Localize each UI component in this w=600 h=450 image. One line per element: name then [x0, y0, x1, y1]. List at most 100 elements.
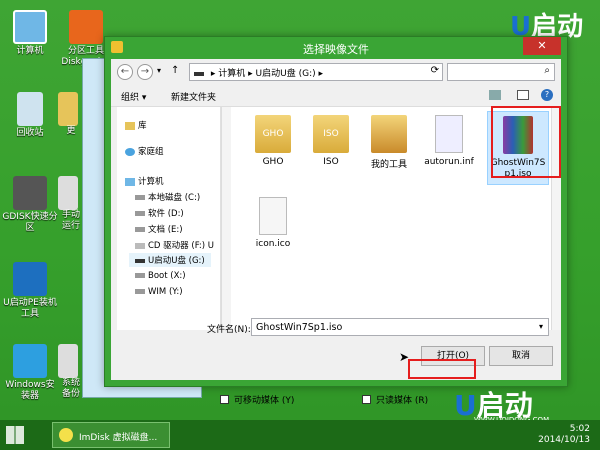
file-item-gho[interactable]: GHO GHO	[243, 115, 303, 167]
breadcrumb-sep: ▸	[318, 69, 324, 79]
nav-label: 本地磁盘 (C:)	[148, 193, 201, 203]
highlight-selected-file	[491, 106, 561, 178]
filename-input[interactable]: GhostWin7Sp1.iso	[251, 318, 549, 336]
desktop-icon-backup[interactable]: 系统备份	[58, 344, 84, 400]
desktop-icon-label: 手动运行	[61, 210, 80, 231]
desktop-icon-label: 计算机	[16, 46, 44, 56]
usb-drive-icon	[135, 258, 145, 263]
file-item-iso-folder[interactable]: ISO ISO	[301, 115, 361, 167]
organize-menu[interactable]: 组织 ▾	[121, 90, 146, 103]
dialog-titlebar[interactable]: 选择映像文件 ✕	[105, 37, 567, 59]
dialog-footer: 文件名(N): GhostWin7Sp1.iso ▾ 打开(O) 取消 ➤	[111, 310, 561, 380]
nav-item-drive-c[interactable]: 本地磁盘 (C:)	[135, 191, 200, 203]
clock-date: 2014/10/13	[538, 435, 590, 445]
file-item-tools[interactable]: 我的工具	[359, 115, 419, 170]
filename-label: 文件名(N):	[207, 325, 251, 335]
windows-installer-icon	[13, 344, 47, 378]
cd-icon	[59, 428, 73, 442]
folder-icon: GHO	[255, 115, 291, 153]
nav-item-homegroup[interactable]: 家庭组	[125, 145, 164, 157]
desktop-icon-label: 回收站	[16, 128, 44, 138]
nav-label: 文档 (E:)	[148, 225, 183, 235]
file-open-dialog: 选择映像文件 ✕ ← → ▾ ↑ ▸ 计算机 ▸ U启动U盘 (G:) ▸ ⟳ …	[104, 36, 568, 387]
task-label: ImDisk 虚拟磁盘...	[79, 433, 158, 443]
address-row: ← → ▾ ↑ ▸ 计算机 ▸ U启动U盘 (G:) ▸ ⟳ ⌕	[111, 59, 561, 85]
desktop-icon-gdisk[interactable]: GDISK快速分区	[2, 176, 58, 234]
drive-icon	[135, 273, 145, 278]
new-folder-button[interactable]: 新建文件夹	[171, 90, 216, 103]
gdisk-icon	[13, 176, 47, 210]
breadcrumb-udisk[interactable]: U启动U盘 (G:)	[256, 69, 316, 79]
preview-pane-icon[interactable]	[517, 90, 529, 100]
file-label: GHO	[262, 157, 284, 167]
desktop-icon-windows-installer[interactable]: Windows安装器	[2, 344, 58, 402]
windows-logo-icon	[6, 426, 24, 444]
nav-item-computer[interactable]: 计算机	[125, 175, 164, 187]
recycle-bin-icon	[17, 92, 43, 126]
homegroup-icon	[125, 147, 135, 156]
forward-arrow-icon[interactable]: →	[137, 64, 153, 80]
highlight-open-button	[408, 359, 476, 379]
desktop-icon-label: U启动PE装机工具	[3, 298, 57, 319]
removable-checkbox[interactable]	[220, 395, 229, 404]
system-clock[interactable]: 5:02 2014/10/13	[538, 424, 590, 446]
cancel-button[interactable]: 取消	[489, 346, 553, 366]
nav-scrollbar[interactable]	[221, 107, 231, 330]
drive-icon	[135, 227, 145, 232]
recent-dropdown-icon[interactable]: ▾	[157, 66, 161, 75]
file-label: ISO	[323, 157, 339, 167]
library-icon	[125, 121, 135, 130]
address-bar[interactable]: ▸ 计算机 ▸ U启动U盘 (G:) ▸	[189, 63, 443, 81]
breadcrumb-sep: ▸	[248, 69, 256, 79]
nav-item-drive-e[interactable]: 文档 (E:)	[135, 223, 183, 235]
nav-item-drive-y[interactable]: WIM (Y:)	[135, 287, 183, 297]
show-desktop-button[interactable]	[592, 420, 600, 450]
chevron-down-icon[interactable]: ▾	[539, 322, 543, 331]
search-input[interactable]: ⌕	[447, 63, 555, 81]
desktop-icon-label: 系统备份	[61, 378, 80, 399]
refresh-icon[interactable]: ⟳	[431, 65, 439, 76]
file-label: 我的工具	[370, 160, 407, 170]
search-icon: ⌕	[544, 65, 550, 76]
settings-file-icon	[435, 115, 463, 153]
nav-label: Boot (X:)	[148, 271, 186, 281]
help-icon[interactable]: ?	[541, 89, 553, 101]
removable-label: 可移动媒体 (Y)	[234, 396, 295, 406]
nav-item-drive-f[interactable]: CD 驱动器 (F:) U	[135, 239, 214, 251]
folder-icon: ISO	[313, 115, 349, 153]
file-item-autorun[interactable]: autorun.inf	[419, 115, 479, 167]
desktop-icon-partial[interactable]: 更	[58, 92, 84, 137]
taskbar-item-imdisk[interactable]: ImDisk 虚拟磁盘...	[52, 422, 170, 448]
desktop-icon-label: Windows安装器	[5, 380, 55, 401]
diskgenius-icon	[69, 10, 103, 44]
nav-item-drive-x[interactable]: Boot (X:)	[135, 271, 186, 281]
back-arrow-icon[interactable]: ←	[117, 64, 133, 80]
computer-icon	[125, 177, 135, 186]
nav-label: U启动U盘 (G:)	[148, 256, 205, 266]
clock-time: 5:02	[569, 424, 590, 434]
drive-icon	[135, 211, 145, 216]
desktop-icon-computer[interactable]: 计算机	[2, 10, 58, 57]
nav-label: 库	[138, 121, 147, 131]
drive-icon	[135, 289, 145, 294]
nav-item-drive-d[interactable]: 软件 (D:)	[135, 207, 184, 219]
system-backup-icon	[58, 344, 78, 378]
desktop-icon-manual[interactable]: 手动运行	[58, 176, 84, 232]
view-icon[interactable]	[489, 90, 501, 100]
close-button[interactable]: ✕	[523, 37, 561, 55]
computer-icon	[13, 10, 47, 44]
desktop-icon-recycle-bin[interactable]: 回收站	[2, 92, 58, 139]
start-button[interactable]	[6, 426, 24, 444]
breadcrumb-computer[interactable]: 计算机	[218, 69, 245, 79]
file-item-icon[interactable]: icon.ico	[243, 197, 303, 249]
file-label: icon.ico	[255, 239, 291, 249]
command-toolbar: 组织 ▾ 新建文件夹 ?	[111, 85, 561, 107]
up-arrow-icon[interactable]: ↑	[171, 65, 179, 76]
nav-label: WIM (Y:)	[148, 287, 183, 297]
readonly-checkbox[interactable]	[362, 395, 371, 404]
nav-item-drive-g[interactable]: U启动U盘 (G:)	[129, 253, 211, 267]
u-logo-icon	[13, 262, 47, 296]
nav-item-library[interactable]: 库	[125, 119, 147, 131]
desktop-icon-upe[interactable]: U启动PE装机工具	[2, 262, 58, 320]
image-file-icon	[259, 197, 287, 235]
